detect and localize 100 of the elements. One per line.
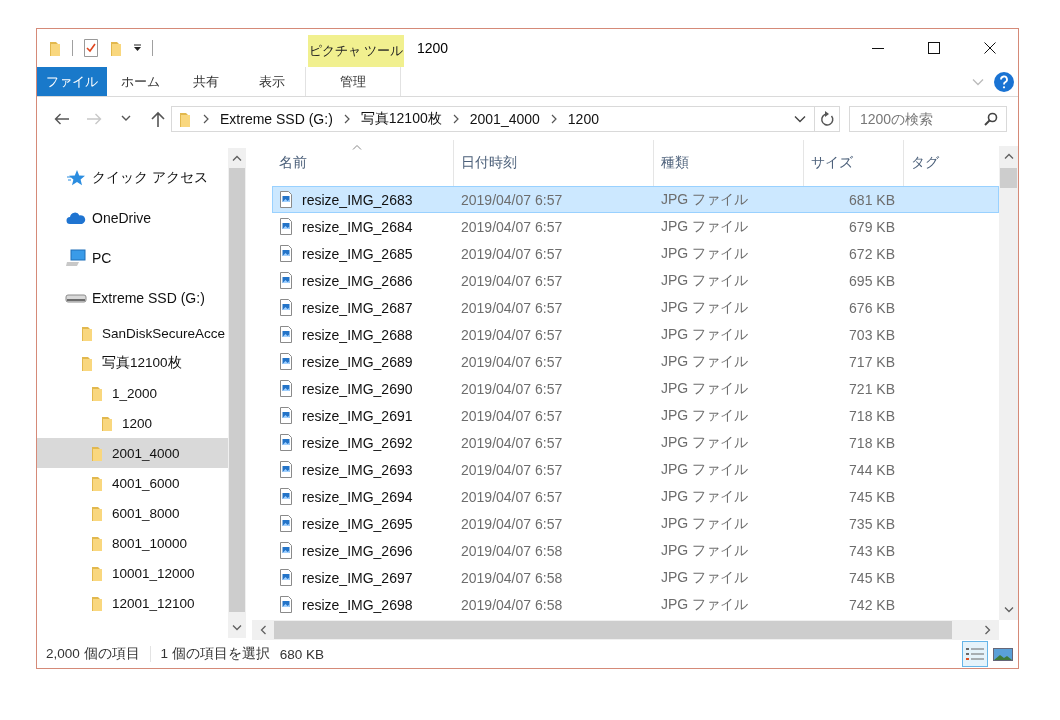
maximize-icon[interactable] xyxy=(928,42,940,54)
file-size: 744 KB xyxy=(849,461,895,478)
file-row[interactable]: resize_IMG_2691 2019/04/07 6:57 JPG ファイル 718 KB xyxy=(272,402,999,429)
tree-item[interactable]: クイック アクセス xyxy=(37,158,228,198)
file-date: 2019/04/07 6:57 xyxy=(461,299,563,316)
file-date: 2019/04/07 6:57 xyxy=(461,434,563,451)
file-row[interactable]: resize_IMG_2686 2019/04/07 6:57 JPG ファイル 695 KB xyxy=(272,267,999,294)
file-row[interactable]: resize_IMG_2693 2019/04/07 6:57 JPG ファイル 744 KB xyxy=(272,456,999,483)
tree-item[interactable]: 1200 xyxy=(37,408,228,438)
file-row[interactable]: resize_IMG_2690 2019/04/07 6:57 JPG ファイル 721 KB xyxy=(272,375,999,402)
file-type: JPG ファイル xyxy=(661,487,749,504)
chevron-right-icon xyxy=(549,113,558,124)
file-type: JPG ファイル xyxy=(661,190,749,207)
sort-ascending-icon xyxy=(352,144,362,150)
file-size: 672 KB xyxy=(849,245,895,262)
ribbon-tab[interactable]: ホーム xyxy=(107,67,173,96)
file-name: resize_IMG_2690 xyxy=(302,380,413,397)
ribbon-tab[interactable]: 共有 xyxy=(173,67,239,96)
file-row[interactable]: resize_IMG_2697 2019/04/07 6:58 JPG ファイル 745 KB xyxy=(272,564,999,591)
file-row[interactable]: resize_IMG_2698 2019/04/07 6:58 JPG ファイル 742 KB xyxy=(272,591,999,618)
ribbon-tab[interactable]: 表示 xyxy=(239,67,305,96)
folder-icon xyxy=(89,564,104,582)
vertical-scrollbar[interactable] xyxy=(999,146,1018,620)
breadcrumb-item[interactable]: Extreme SSD (G:) xyxy=(220,110,333,127)
breadcrumb-item[interactable]: 写真12100枚 xyxy=(360,109,442,128)
tree-item[interactable]: Extreme SSD (G:) xyxy=(37,278,228,318)
breadcrumb-item[interactable]: 1200 xyxy=(567,110,599,127)
chevron-down-icon[interactable] xyxy=(794,114,806,123)
file-row[interactable]: resize_IMG_2683 2019/04/07 6:57 JPG ファイル 681 KB xyxy=(272,186,999,213)
thumbnails-view-icon[interactable] xyxy=(993,646,1013,662)
file-row[interactable]: resize_IMG_2685 2019/04/07 6:57 JPG ファイル 672 KB xyxy=(272,240,999,267)
help-icon[interactable] xyxy=(994,71,1014,92)
up-arrow-icon[interactable] xyxy=(151,110,165,127)
properties-icon[interactable] xyxy=(83,39,99,57)
scroll-thumb[interactable] xyxy=(1000,168,1017,188)
tree-item[interactable]: SanDiskSecureAcce xyxy=(37,318,228,348)
tree-item[interactable]: OneDrive xyxy=(37,198,228,238)
file-row[interactable]: resize_IMG_2694 2019/04/07 6:57 JPG ファイル 745 KB xyxy=(272,483,999,510)
image-file-icon xyxy=(279,272,293,289)
tree-item[interactable]: 12001_12100 xyxy=(37,588,228,618)
search-field[interactable]: 1200の検索 xyxy=(849,105,1007,132)
file-type: JPG ファイル xyxy=(661,460,749,477)
file-name: resize_IMG_2691 xyxy=(302,407,413,424)
file-row[interactable]: resize_IMG_2696 2019/04/07 6:58 JPG ファイル 743 KB xyxy=(272,537,999,564)
chevron-down-icon[interactable] xyxy=(121,115,131,122)
file-size: 703 KB xyxy=(849,326,895,343)
file-row[interactable]: resize_IMG_2688 2019/04/07 6:57 JPG ファイル 703 KB xyxy=(272,321,999,348)
file-name: resize_IMG_2693 xyxy=(302,461,413,478)
file-row[interactable]: resize_IMG_2687 2019/04/07 6:57 JPG ファイル 676 KB xyxy=(272,294,999,321)
back-arrow-icon[interactable] xyxy=(54,112,70,125)
file-type: JPG ファイル xyxy=(661,406,749,423)
file-size: 721 KB xyxy=(849,380,895,397)
address-bar[interactable]: Extreme SSD (G:) 写真12100枚 2001_4000 1200 xyxy=(171,105,815,132)
search-icon[interactable] xyxy=(984,111,998,126)
tree-item[interactable]: 写真12100枚 xyxy=(37,348,228,378)
tree-item[interactable]: 6001_8000 xyxy=(37,498,228,528)
chevron-right-icon xyxy=(202,113,210,124)
scroll-thumb[interactable] xyxy=(274,621,952,639)
chevron-right-icon xyxy=(451,113,460,124)
refresh-button[interactable] xyxy=(815,105,840,132)
breadcrumb-item[interactable]: 2001_4000 xyxy=(469,110,540,127)
file-date: 2019/04/07 6:57 xyxy=(461,380,563,397)
file-menu-tab[interactable]: ファイル xyxy=(37,67,107,96)
folder-icon xyxy=(89,474,104,492)
file-row[interactable]: resize_IMG_2684 2019/04/07 6:57 JPG ファイル 679 KB xyxy=(272,213,999,240)
tree-item[interactable]: 10001_12000 xyxy=(37,558,228,588)
image-file-icon xyxy=(279,299,293,316)
file-name: resize_IMG_2683 xyxy=(302,191,413,208)
tree-item[interactable]: 4001_6000 xyxy=(37,468,228,498)
scroll-thumb[interactable] xyxy=(229,168,245,612)
file-row[interactable]: resize_IMG_2692 2019/04/07 6:57 JPG ファイル 718 KB xyxy=(272,429,999,456)
tree-item[interactable]: PC xyxy=(37,238,228,278)
file-date: 2019/04/07 6:58 xyxy=(461,596,563,613)
image-file-icon xyxy=(279,461,293,478)
details-view-icon[interactable] xyxy=(965,646,985,662)
file-type: JPG ファイル xyxy=(661,244,749,261)
file-size: 718 KB xyxy=(849,434,895,451)
file-row[interactable]: resize_IMG_2689 2019/04/07 6:57 JPG ファイル 717 KB xyxy=(272,348,999,375)
file-size: 743 KB xyxy=(849,542,895,559)
folder-icon xyxy=(79,354,94,372)
tree-item[interactable]: 2001_4000 xyxy=(37,438,228,468)
tree-item[interactable]: 8001_10000 xyxy=(37,528,228,558)
file-type: JPG ファイル xyxy=(661,433,749,450)
file-size: 742 KB xyxy=(849,596,895,613)
file-row[interactable]: resize_IMG_2695 2019/04/07 6:57 JPG ファイル 735 KB xyxy=(272,510,999,537)
file-name: resize_IMG_2688 xyxy=(302,326,413,343)
folder-icon xyxy=(89,444,104,462)
file-size: 718 KB xyxy=(849,407,895,424)
details-view-button[interactable] xyxy=(962,641,988,667)
horizontal-scrollbar[interactable] xyxy=(252,620,999,640)
column-header[interactable]: タグ xyxy=(904,140,999,186)
star-icon xyxy=(66,169,85,187)
file-name: resize_IMG_2684 xyxy=(302,218,413,235)
customize-dropdown-icon[interactable] xyxy=(133,44,142,52)
vertical-scrollbar[interactable] xyxy=(228,148,246,638)
close-icon[interactable] xyxy=(984,42,996,54)
file-date: 2019/04/07 6:58 xyxy=(461,569,563,586)
image-file-icon xyxy=(279,245,293,262)
expand-ribbon-icon xyxy=(972,77,984,86)
tree-item[interactable]: 1_2000 xyxy=(37,378,228,408)
